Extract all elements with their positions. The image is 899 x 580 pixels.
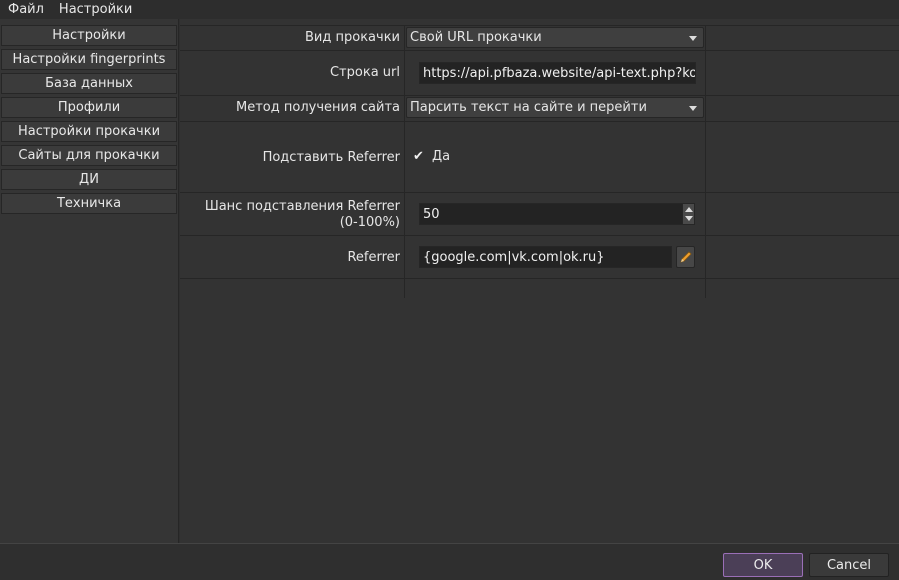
site-method-select[interactable]: Парсить текст на сайте и перейти: [406, 97, 704, 118]
referrer-chance-label-line1: Шанс подставления Referrer: [204, 199, 400, 214]
sidebar-item-settings[interactable]: Настройки: [1, 25, 177, 46]
checkmark-icon: ✔: [413, 149, 424, 164]
edit-referrer-button[interactable]: [676, 246, 695, 268]
sidebar: Настройки Настройки fingerprints База да…: [0, 19, 179, 543]
column-divider: [404, 25, 405, 298]
ok-button[interactable]: OK: [723, 553, 803, 577]
sidebar-item-pump-settings[interactable]: Настройки прокачки: [1, 121, 177, 142]
site-method-label: Метод получения сайта: [236, 100, 400, 115]
sidebar-item-fingerprints[interactable]: Настройки fingerprints: [1, 49, 177, 70]
substitute-referrer-checkbox[interactable]: ✔: [412, 149, 425, 164]
sidebar-item-profiles[interactable]: Профили: [1, 97, 177, 118]
substitute-referrer-option-label[interactable]: Да: [432, 149, 450, 164]
referrer-chance-label-line2: (0-100%): [339, 215, 400, 230]
site-method-value: Парсить текст на сайте и перейти: [410, 100, 647, 115]
referrer-chance-label: Шанс подставления Referrer (0-100%): [180, 199, 400, 231]
url-input[interactable]: https://api.pfbaza.website/api-text.php?…: [419, 62, 696, 84]
pencil-icon: [679, 251, 692, 263]
sidebar-item-technical[interactable]: Техничка: [1, 193, 177, 214]
pump-type-value: Свой URL прокачки: [410, 30, 542, 45]
pump-type-select[interactable]: Свой URL прокачки: [406, 27, 704, 48]
referrer-label: Referrer: [347, 250, 400, 265]
cancel-button[interactable]: Cancel: [809, 553, 889, 577]
pump-type-label: Вид прокачки: [305, 30, 400, 45]
referrer-input[interactable]: {google.com|vk.com|ok.ru}: [419, 246, 672, 268]
spinner-down-icon[interactable]: [685, 216, 693, 221]
settings-panel: Вид прокачки Свой URL прокачки Строка ur…: [180, 19, 899, 543]
sidebar-item-di[interactable]: ДИ: [1, 169, 177, 190]
sidebar-item-pump-sites[interactable]: Сайты для прокачки: [1, 145, 177, 166]
referrer-chance-spinner[interactable]: [682, 203, 695, 225]
dropdown-arrow-icon: [689, 36, 697, 41]
menu-settings[interactable]: Настройки: [51, 2, 139, 17]
menu-bar: Файл Настройки: [0, 0, 899, 19]
substitute-referrer-label: Подставить Referrer: [262, 150, 400, 165]
dropdown-arrow-icon: [689, 106, 697, 111]
column-divider: [705, 25, 706, 298]
sidebar-item-database[interactable]: База данных: [1, 73, 177, 94]
url-label: Строка url: [329, 65, 400, 80]
menu-file[interactable]: Файл: [0, 2, 51, 17]
dialog-footer: OK Cancel: [0, 543, 899, 580]
referrer-chance-input[interactable]: 50: [419, 203, 683, 225]
spinner-up-icon[interactable]: [685, 207, 693, 212]
